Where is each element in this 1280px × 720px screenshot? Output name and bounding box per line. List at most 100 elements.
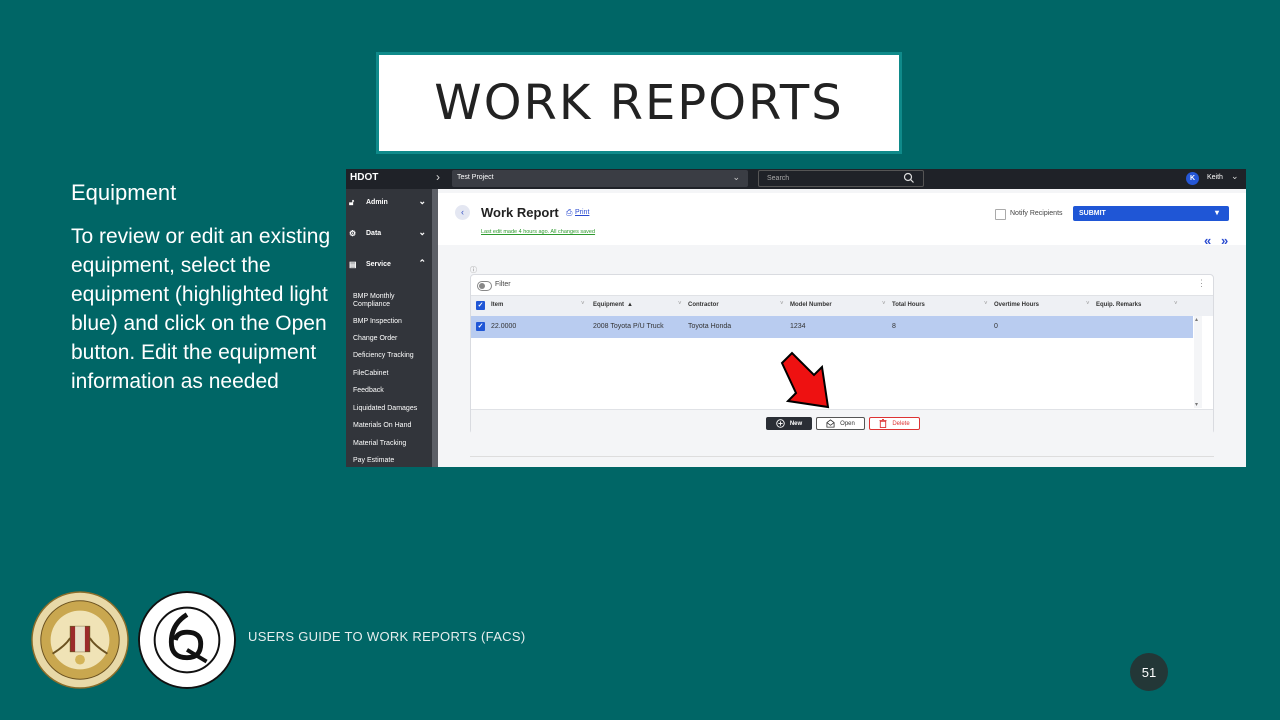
sidebar-section-admin[interactable]: 🔓︎ Admin ⌄ <box>346 189 432 217</box>
cell-equipment: 2008 Toyota P/U Truck <box>593 323 664 330</box>
red-arrow-annotation <box>780 351 830 409</box>
print-link[interactable]: Print <box>575 209 589 216</box>
search-icon <box>903 172 914 183</box>
sidebar-item-filecabinet[interactable]: FileCabinet <box>353 370 431 378</box>
avatar[interactable]: K <box>1186 172 1199 185</box>
new-button-label: New <box>789 420 803 427</box>
grid-action-bar: New Open Delete <box>471 409 1213 435</box>
sidebar-section-label: Admin <box>366 199 388 206</box>
sidebar: 🔓︎ Admin ⌄ ⚙ Data ⌄ ▤ Service ⌃ BMP Mont… <box>346 189 432 467</box>
more-options-icon[interactable]: ⋮ <box>1197 278 1206 289</box>
cell-model-number: 1234 <box>790 323 806 330</box>
column-header-equip-remarks[interactable]: Equip. Remarks <box>1096 302 1141 308</box>
vertical-scrollbar[interactable]: ▴ ▾ <box>1194 316 1202 408</box>
sidebar-item-materials-on-hand[interactable]: Materials On Hand <box>353 422 431 430</box>
instruction-text: To review or edit an existing equipment,… <box>71 225 331 393</box>
sidebar-item-material-tracking[interactable]: Material Tracking <box>353 440 431 448</box>
cell-item: 22.0000 <box>491 323 517 330</box>
sidebar-item-deficiency-tracking[interactable]: Deficiency Tracking <box>353 352 431 360</box>
submit-button[interactable]: SUBMIT ▾ <box>1073 206 1229 221</box>
sidebar-section-label: Data <box>366 230 382 237</box>
open-envelope-icon <box>826 419 835 428</box>
page-number: 51 <box>1130 653 1168 691</box>
project-select-value: Test Project <box>457 174 494 181</box>
chevron-right-icon[interactable]: › <box>436 170 440 184</box>
table-header: ✓ Item ˅ Equipment ▲ ˅ Contractor ˅ Mode… <box>471 295 1213 316</box>
project-select[interactable]: Test Project ⌄ <box>452 170 748 187</box>
slide-title: WORK REPORTS <box>434 75 844 131</box>
section-heading: Equipment <box>71 180 177 205</box>
search-placeholder: Search <box>767 175 790 182</box>
column-header-overtime-hours[interactable]: Overtime Hours <box>994 302 1039 308</box>
column-menu-icon[interactable]: ˅ <box>882 301 886 307</box>
trash-icon <box>879 419 887 428</box>
user-name[interactable]: Keith <box>1207 174 1223 181</box>
delete-button-label: Delete <box>892 420 910 427</box>
double-chevron-left-icon[interactable]: « <box>1204 233 1211 248</box>
table-row[interactable]: ✓ 22.0000 2008 Toyota P/U Truck Toyota H… <box>471 316 1193 338</box>
page-header: ‹ Work Report ⎙ Print Last edit made 4 h… <box>438 193 1246 248</box>
save-status-link[interactable]: Last edit made 4 hours ago. All changes … <box>481 229 595 235</box>
sidebar-item-liquidated-damages[interactable]: Liquidated Damages <box>353 405 431 413</box>
chevron-down-icon: ⌄ <box>418 227 426 237</box>
chevron-down-icon: ⌄ <box>418 196 426 206</box>
sidebar-section-service[interactable]: ▤ Service ⌃ <box>346 251 432 279</box>
divider <box>470 456 1214 457</box>
column-menu-icon[interactable]: ˅ <box>678 301 682 307</box>
delete-button[interactable]: Delete <box>869 417 920 430</box>
notify-recipients-label: Notify Recipients <box>1010 210 1063 217</box>
back-button[interactable]: ‹ <box>455 205 470 220</box>
column-header-model-number[interactable]: Model Number <box>790 302 832 308</box>
filter-toggle[interactable] <box>477 281 492 291</box>
lock-icon: 🔓︎ <box>349 198 355 207</box>
caret-down-icon: ▾ <box>1214 208 1219 217</box>
cell-contractor: Toyota Honda <box>688 323 732 330</box>
cell-overtime-hours: 0 <box>994 323 998 330</box>
column-menu-icon[interactable]: ˅ <box>581 301 585 307</box>
double-chevron-right-icon[interactable]: » <box>1221 233 1228 248</box>
printer-icon[interactable]: ⎙ <box>566 208 572 218</box>
state-of-hawaii-seal <box>31 591 129 689</box>
top-bar: HDOT › Test Project ⌄ Search K Keith ⌄ <box>346 169 1246 189</box>
app-screenshot: HDOT › Test Project ⌄ Search K Keith ⌄ 🔓… <box>346 169 1246 467</box>
document-icon: ▤ <box>349 260 357 269</box>
sidebar-item-pay-estimate[interactable]: Pay Estimate <box>353 457 431 465</box>
chevron-left-icon: ‹ <box>461 207 464 217</box>
chevron-down-icon[interactable]: ⌄ <box>1231 171 1239 182</box>
slide-title-box: WORK REPORTS <box>376 52 902 154</box>
sidebar-item-change-order[interactable]: Change Order <box>353 335 431 343</box>
row-checkbox[interactable]: ✓ <box>476 322 485 331</box>
scroll-up-icon[interactable]: ▴ <box>1195 316 1198 323</box>
footer-text: USERS GUIDE TO WORK REPORTS (FACS) <box>248 629 526 644</box>
plus-circle-icon <box>776 419 785 428</box>
scroll-down-icon[interactable]: ▾ <box>1195 401 1198 408</box>
filter-label: Filter <box>495 281 511 288</box>
sidebar-section-data[interactable]: ⚙ Data ⌄ <box>346 220 432 248</box>
open-button[interactable]: Open <box>816 417 865 430</box>
submit-label: SUBMIT <box>1079 210 1106 217</box>
page-title: Work Report <box>481 205 559 220</box>
chevron-up-icon: ⌃ <box>418 258 426 268</box>
sidebar-item-bmp-monthly-compliance[interactable]: BMP Monthly Compliance <box>353 293 431 309</box>
search-input[interactable]: Search <box>758 170 924 187</box>
column-header-contractor[interactable]: Contractor <box>688 302 719 308</box>
column-menu-icon[interactable]: ˅ <box>984 301 988 307</box>
column-header-total-hours[interactable]: Total Hours <box>892 302 925 308</box>
select-all-checkbox[interactable]: ✓ <box>476 301 485 310</box>
sidebar-item-feedback[interactable]: Feedback <box>353 387 431 395</box>
column-header-equipment[interactable]: Equipment <box>593 302 624 308</box>
column-menu-icon[interactable]: ˅ <box>1086 301 1090 307</box>
new-button[interactable]: New <box>766 417 812 430</box>
open-button-label: Open <box>840 420 855 427</box>
sidebar-section-label: Service <box>366 261 391 268</box>
equipment-grid: Filter ⋮ ✓ Item ˅ Equipment ▲ ˅ Contract… <box>470 274 1214 435</box>
app-brand: HDOT <box>350 172 379 183</box>
column-header-item[interactable]: Item <box>491 302 503 308</box>
column-menu-icon[interactable]: ˅ <box>780 301 784 307</box>
notify-recipients-checkbox[interactable] <box>995 209 1006 220</box>
gears-icon: ⚙ <box>349 229 357 238</box>
column-menu-icon[interactable]: ˅ <box>1174 301 1178 307</box>
sort-asc-icon[interactable]: ▲ <box>627 302 633 308</box>
sidebar-item-bmp-inspection[interactable]: BMP Inspection <box>353 318 431 326</box>
chevron-down-icon: ⌄ <box>732 172 740 182</box>
